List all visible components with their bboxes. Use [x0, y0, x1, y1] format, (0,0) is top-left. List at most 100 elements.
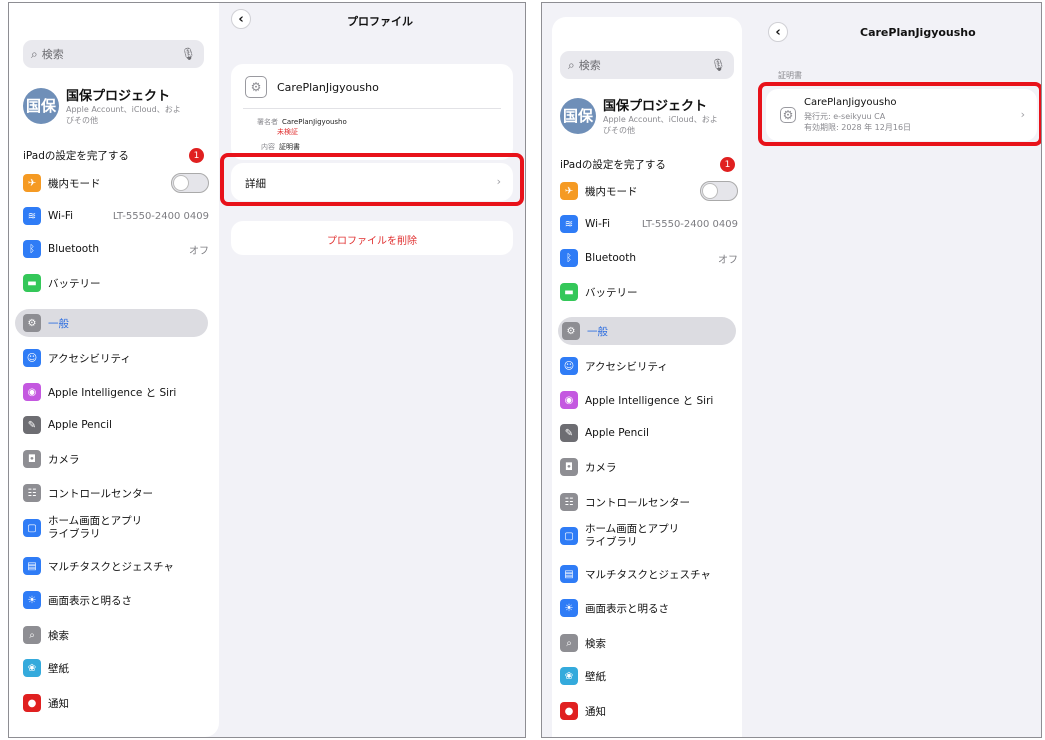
- finish-setup-row[interactable]: iPadの設定を完了する 1: [560, 157, 735, 172]
- chevron-left-icon: ‹: [775, 24, 781, 40]
- avatar: 国保: [23, 87, 59, 124]
- delete-profile-button[interactable]: プロファイルを削除: [231, 221, 513, 255]
- apple-account-row[interactable]: 国保 国保プロジェクト Apple Account、iCloud、およびその他: [23, 85, 186, 126]
- settings-profile-icon: ⚙: [245, 76, 267, 98]
- sidebar-item[interactable]: ✎ Apple Pencil: [560, 419, 738, 447]
- divider: [243, 108, 501, 109]
- airplane-mode-toggle[interactable]: [171, 173, 209, 193]
- sidebar-item[interactable]: ≋ Wi-Fi LT-5550-2400 0409: [560, 210, 738, 238]
- sidebar-item-label: カメラ: [585, 461, 617, 474]
- wifi-icon: ≋: [23, 207, 41, 225]
- settings-sidebar: ⌕ 検索 🎙 国保 国保プロジェクト Apple Account、iCloud、…: [9, 3, 219, 737]
- signer-row: 署名者 CarePlanJigyousho: [257, 117, 347, 127]
- airplane-mode-toggle[interactable]: [700, 181, 738, 201]
- search-placeholder: 検索: [41, 48, 64, 61]
- battery-icon: ▬: [560, 283, 578, 301]
- sidebar-item-label: バッテリー: [585, 286, 638, 299]
- bluetooth-icon: ᛒ: [23, 240, 41, 258]
- search-settings-icon: ⌕: [560, 634, 578, 652]
- sidebar-item[interactable]: ◉ Apple Intelligence と Siri: [560, 386, 738, 414]
- sidebar-item-label: コントロールセンター: [48, 487, 153, 500]
- sidebar-item[interactable]: ❀ 壁紙: [23, 654, 209, 682]
- airplane-icon: ✈: [23, 174, 41, 192]
- sidebar-item[interactable]: ▤ マルチタスクとジェスチャ: [23, 552, 209, 580]
- sidebar-item-label: 壁紙: [48, 662, 69, 675]
- sidebar-item-label: 通知: [48, 697, 69, 710]
- sidebar-item[interactable]: ◘ カメラ: [23, 445, 209, 473]
- sidebar-item-label: Bluetooth: [585, 252, 636, 264]
- airplane-icon: ✈: [560, 182, 578, 200]
- microphone-icon[interactable]: 🎙: [711, 58, 726, 72]
- sidebar-item[interactable]: ☷ コントロールセンター: [23, 479, 209, 507]
- sidebar-item[interactable]: ✈ 機内モード: [560, 177, 738, 205]
- sidebar-item-label: バッテリー: [48, 277, 101, 290]
- right-screenshot-panel: ⌕ 検索 🎙 国保 国保プロジェクト Apple Account、iCloud、…: [541, 2, 1042, 738]
- sidebar-item[interactable]: ✈ 機内モード: [23, 169, 209, 197]
- sidebar-item[interactable]: ☀ 画面表示と明るさ: [560, 594, 738, 622]
- sidebar-item[interactable]: ◉ Apple Intelligence と Siri: [23, 378, 209, 406]
- camera-icon: ◘: [560, 458, 578, 476]
- search-field[interactable]: ⌕ 検索 🎙: [560, 51, 734, 79]
- sidebar-item[interactable]: ◘ カメラ: [560, 453, 738, 481]
- left-screenshot-panel: ⌕ 検索 🎙 国保 国保プロジェクト Apple Account、iCloud、…: [8, 2, 526, 738]
- sidebar-item[interactable]: ⚙ 一般: [15, 309, 208, 337]
- home-screen-icon: ▢: [560, 527, 578, 545]
- apple-account-row[interactable]: 国保 国保プロジェクト Apple Account、iCloud、およびその他: [560, 95, 723, 136]
- sidebar-item[interactable]: ● 通知: [560, 697, 738, 725]
- sidebar-item-label: ホーム画面とアプリ ライブラリ: [585, 523, 680, 548]
- camera-icon: ◘: [23, 450, 41, 468]
- toggle-knob: [702, 183, 718, 199]
- control-center-icon: ☷: [560, 493, 578, 511]
- sidebar-item-label: Wi-Fi: [585, 218, 611, 230]
- sidebar-item[interactable]: ☀ 画面表示と明るさ: [23, 586, 209, 614]
- back-button[interactable]: ‹: [768, 22, 788, 42]
- search-field[interactable]: ⌕ 検索 🎙: [23, 40, 204, 68]
- settings-sidebar: ⌕ 検索 🎙 国保 国保プロジェクト Apple Account、iCloud、…: [552, 17, 742, 737]
- section-header: 証明書: [778, 71, 802, 80]
- wallpaper-icon: ❀: [23, 659, 41, 677]
- sidebar-item[interactable]: ☷ コントロールセンター: [560, 488, 738, 516]
- sidebar-item[interactable]: ≋ Wi-Fi LT-5550-2400 0409: [23, 202, 209, 230]
- sidebar-item[interactable]: ❀ 壁紙: [560, 662, 738, 690]
- sidebar-item-label: Wi-Fi: [48, 210, 74, 222]
- sidebar-item[interactable]: ▬ バッテリー: [23, 269, 209, 297]
- brightness-icon: ☀: [23, 591, 41, 609]
- sidebar-item-label: Apple Pencil: [48, 419, 112, 431]
- pencil-icon: ✎: [560, 424, 578, 442]
- sidebar-item[interactable]: ✎ Apple Pencil: [23, 411, 209, 439]
- sidebar-item-label: コントロールセンター: [585, 496, 690, 509]
- notification-badge: 1: [189, 148, 204, 163]
- battery-icon: ▬: [23, 274, 41, 292]
- home-screen-icon: ▢: [23, 519, 41, 537]
- sidebar-item-label: 一般: [587, 325, 608, 338]
- sidebar-item-label: アクセシビリティ: [48, 352, 131, 365]
- avatar: 国保: [560, 97, 596, 134]
- sidebar-item[interactable]: ▢ ホーム画面とアプリ ライブラリ: [23, 514, 209, 542]
- gear-icon: ⚙: [562, 322, 580, 340]
- gear-icon: ⚙: [23, 314, 41, 332]
- sidebar-item[interactable]: ☺ アクセシビリティ: [560, 352, 738, 380]
- sidebar-item[interactable]: ● 通知: [23, 689, 209, 717]
- siri-icon: ◉: [560, 391, 578, 409]
- sidebar-item[interactable]: ▤ マルチタスクとジェスチャ: [560, 560, 738, 588]
- brightness-icon: ☀: [560, 599, 578, 617]
- sidebar-item[interactable]: ▢ ホーム画面とアプリ ライブラリ: [560, 522, 738, 550]
- sidebar-item-value: LT-5550-2400 0409: [112, 210, 209, 222]
- sidebar-item[interactable]: ⌕ 検索: [560, 629, 738, 657]
- sidebar-item[interactable]: ᛒ Bluetooth オフ: [23, 235, 209, 263]
- microphone-icon[interactable]: 🎙: [181, 47, 196, 61]
- content-value: 証明書: [279, 143, 300, 151]
- sidebar-item[interactable]: ▬ バッテリー: [560, 278, 738, 306]
- sidebar-item-value: オフ: [718, 254, 738, 266]
- search-icon: ⌕: [568, 57, 575, 72]
- sidebar-item[interactable]: ☺ アクセシビリティ: [23, 344, 209, 372]
- highlight-frame: [220, 153, 524, 206]
- sidebar-item[interactable]: ⚙ 一般: [558, 317, 736, 345]
- sidebar-item[interactable]: ⌕ 検索: [23, 621, 209, 649]
- sidebar-item-label: アクセシビリティ: [585, 360, 668, 373]
- sidebar-item[interactable]: ᛒ Bluetooth オフ: [560, 244, 738, 272]
- notification-badge: 1: [720, 157, 735, 172]
- finish-setup-row[interactable]: iPadの設定を完了する 1: [23, 148, 204, 163]
- back-button[interactable]: ‹: [231, 9, 251, 29]
- notifications-icon: ●: [23, 694, 41, 712]
